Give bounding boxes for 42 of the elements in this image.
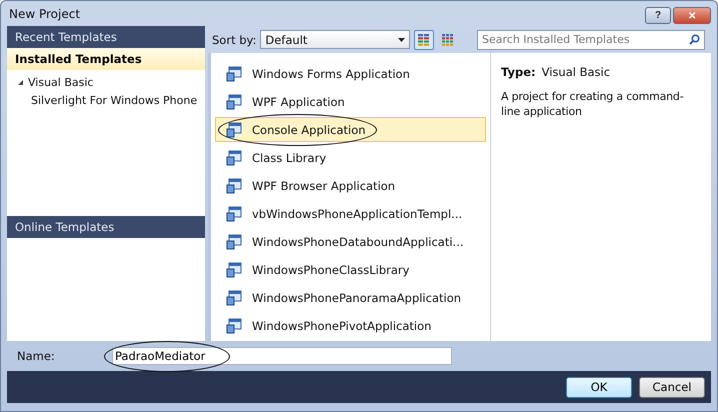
type-value: Visual Basic	[542, 65, 610, 79]
sort-dropdown[interactable]: Default	[260, 30, 410, 49]
tree-item[interactable]: Silverlight For Windows Phone	[31, 94, 198, 106]
application-icon	[226, 262, 242, 278]
sidebar-section[interactable]: Recent Templates	[7, 26, 205, 48]
view-toggle-button[interactable]	[414, 30, 434, 50]
tree-item[interactable]: Visual Basic	[28, 76, 94, 88]
template-item[interactable]: vbWindowsPhoneApplicationTempl...	[215, 201, 486, 226]
application-icon	[226, 234, 242, 250]
application-icon	[226, 66, 242, 82]
name-field[interactable]: PadraoMediator	[112, 347, 452, 365]
sidebar-section[interactable]: Online Templates	[7, 216, 205, 238]
sort-label: Sort by:	[212, 32, 256, 46]
dialog-button[interactable]: OK	[566, 376, 632, 398]
template-item[interactable]: WPF Application	[215, 89, 486, 114]
application-icon	[226, 206, 242, 222]
sidebar-section[interactable]: Installed Templates	[7, 48, 205, 70]
dialog-button[interactable]: Cancel	[639, 376, 705, 398]
application-icon	[226, 178, 242, 194]
expand-triangle-icon[interactable]	[17, 78, 24, 86]
grid-view-icon	[417, 32, 432, 46]
template-item[interactable]: Windows Forms Application	[215, 61, 486, 86]
window-title: New Project	[8, 6, 80, 20]
template-item[interactable]: WindowsPhoneClassLibrary	[215, 257, 486, 282]
template-item[interactable]: WPF Browser Application	[215, 173, 486, 198]
name-label: Name:	[17, 349, 56, 363]
application-icon	[226, 122, 242, 138]
template-description: A project for creating a command-line application	[501, 89, 684, 119]
grid-view-icon	[441, 32, 456, 46]
template-item[interactable]: WindowsPhonePanoramaApplication	[215, 285, 486, 310]
help-button[interactable]: ?	[645, 7, 671, 24]
type-label: Type:	[501, 65, 536, 79]
application-icon	[226, 290, 242, 306]
application-icon	[226, 150, 242, 166]
template-item[interactable]: WindowsPhoneDataboundApplicati...	[215, 229, 486, 254]
caret-icon	[398, 38, 406, 42]
template-item[interactable]: Class Library	[215, 145, 486, 170]
template-item[interactable]: WindowsPhonePivotApplication	[215, 313, 486, 338]
search-field[interactable]: Search Installed Templates	[477, 30, 705, 50]
application-icon	[226, 318, 242, 334]
search-icon	[689, 34, 700, 45]
application-icon	[226, 94, 242, 110]
